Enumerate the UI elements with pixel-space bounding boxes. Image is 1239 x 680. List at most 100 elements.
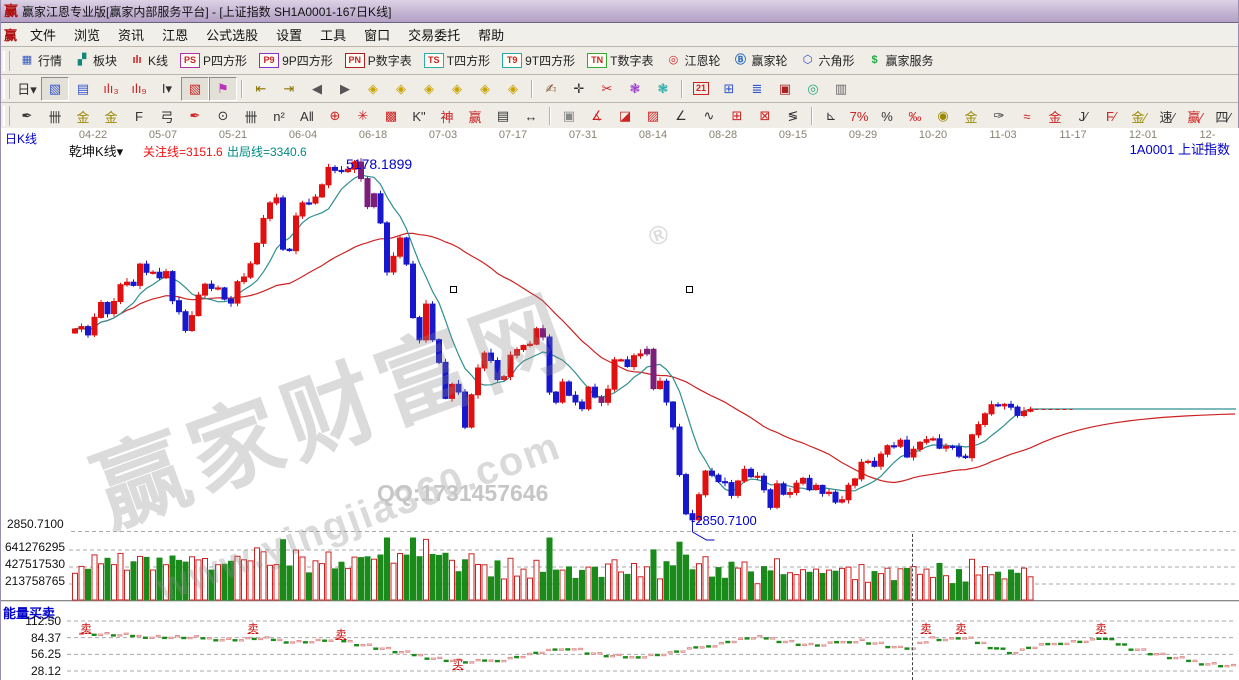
chart-marker[interactable] bbox=[686, 286, 693, 293]
nav-compress-button[interactable]: ◈ bbox=[443, 77, 471, 101]
gold-red-tool[interactable]: 金 bbox=[1041, 104, 1069, 128]
pane-tab-daily-kline[interactable]: 日K线 bbox=[5, 130, 37, 147]
f-gate-tool[interactable]: F bbox=[125, 104, 153, 128]
network-button[interactable]: ◎ bbox=[799, 77, 827, 101]
kline-type-selector[interactable]: 乾坤K线▾ bbox=[69, 141, 123, 160]
sector-button[interactable]: ▞ 板块 bbox=[68, 50, 123, 72]
winner-service-button[interactable]: $ 赢家服务 bbox=[861, 50, 940, 72]
menu-item-6[interactable]: 工具 bbox=[311, 23, 355, 46]
red-grid-tool-1[interactable]: ⊞ bbox=[723, 104, 751, 128]
box-select-tool[interactable]: ▣ bbox=[555, 104, 583, 128]
menu-item-4[interactable]: 公式选股 bbox=[197, 23, 267, 46]
bow-tool[interactable]: 弓 bbox=[153, 104, 181, 128]
gann-wheel-button[interactable]: ◎ 江恩轮 bbox=[659, 50, 726, 72]
ying-tool[interactable]: 赢 bbox=[461, 104, 489, 128]
pen-tool[interactable]: ✒ bbox=[13, 104, 41, 128]
nav-all-button[interactable]: ◈ bbox=[499, 77, 527, 101]
nav-left-button[interactable]: ◈ bbox=[359, 77, 387, 101]
calculator-button[interactable]: ⊞ bbox=[715, 77, 743, 101]
menu-item-7[interactable]: 窗口 bbox=[355, 23, 399, 46]
speed-angle-tool[interactable]: 速∕ bbox=[1153, 104, 1181, 128]
candle-type-button[interactable]: I▾ bbox=[153, 77, 181, 101]
menu-item-8[interactable]: 交易委托 bbox=[399, 23, 469, 46]
red-grid-tool-2[interactable]: ⊠ bbox=[751, 104, 779, 128]
web-box-tool[interactable]: ▩ bbox=[377, 104, 405, 128]
wave-angle-tool[interactable]: ∿ bbox=[695, 104, 723, 128]
menu-item-2[interactable]: 资讯 bbox=[109, 23, 153, 46]
f-angle-tool[interactable]: F∕ bbox=[1097, 104, 1125, 128]
percent-tool[interactable]: % bbox=[873, 104, 901, 128]
save-button[interactable]: ▣ bbox=[771, 77, 799, 101]
ying-angle-tool[interactable]: 赢∕ bbox=[1181, 104, 1209, 128]
fan-lines-tool[interactable]: ∡ bbox=[583, 104, 611, 128]
pattern-red-button[interactable]: ▧ bbox=[181, 76, 209, 101]
nav-up-button[interactable]: ◈ bbox=[471, 77, 499, 101]
angle-line-tool[interactable]: ∠ bbox=[667, 104, 695, 128]
permille-tool[interactable]: ‰ bbox=[901, 104, 929, 128]
wave-3-button[interactable]: ılı₃ bbox=[97, 77, 125, 101]
toolbar-gripper[interactable] bbox=[3, 106, 10, 126]
hexagon-button[interactable]: ⬡ 六角形 bbox=[794, 50, 861, 72]
wave-9-button[interactable]: ılı₉ bbox=[125, 77, 153, 101]
calendar-button[interactable]: 21 bbox=[687, 77, 715, 101]
gold-angle-tool[interactable]: 金∕ bbox=[1125, 104, 1153, 128]
p-square-button[interactable]: PS P四方形 bbox=[174, 50, 253, 72]
k-mark-tool[interactable]: K" bbox=[405, 104, 433, 128]
info-panel-button[interactable]: ▤ bbox=[69, 77, 97, 101]
shen-tool[interactable]: 神 bbox=[433, 104, 461, 128]
chart-marker[interactable] bbox=[450, 286, 457, 293]
pen-grid-tool[interactable]: ✒ bbox=[181, 104, 209, 128]
four-angle-tool[interactable]: 四∕ bbox=[1209, 104, 1237, 128]
gold-gate-tool-1[interactable]: 金 bbox=[69, 104, 97, 128]
gold-gate-tool-2[interactable]: 金 bbox=[97, 104, 125, 128]
n-square-tool[interactable]: n² bbox=[265, 104, 293, 128]
seven-percent-tool[interactable]: 7% bbox=[845, 104, 873, 128]
comb-tool-2[interactable]: 卌 bbox=[237, 104, 265, 128]
notepad-button[interactable]: ≣ bbox=[743, 77, 771, 101]
parallel-lines-tool[interactable]: ≶ bbox=[779, 104, 807, 128]
menu-item-9[interactable]: 帮助 bbox=[469, 23, 513, 46]
net-box-tool[interactable]: ▨ bbox=[639, 104, 667, 128]
crosshair-button[interactable]: ✛ bbox=[565, 77, 593, 101]
scissors-button[interactable]: ✂ bbox=[593, 77, 621, 101]
p-number-button[interactable]: PN P数字表 bbox=[339, 50, 418, 72]
fan-box-tool[interactable]: ◪ bbox=[611, 104, 639, 128]
9p-square-button[interactable]: P9 9P四方形 bbox=[253, 50, 339, 72]
flower-purple-button[interactable]: ❃ bbox=[621, 77, 649, 101]
chart-canvas[interactable]: 赢家财富网 ® www.yingjia360.com QQ:1731457646… bbox=[1, 128, 1239, 680]
quote-button[interactable]: ▦ 行情 bbox=[13, 50, 68, 72]
kline-style-button[interactable]: 日▾ bbox=[13, 77, 41, 101]
toolbar-gripper[interactable] bbox=[3, 50, 10, 71]
9t-square-button[interactable]: T9 9T四方形 bbox=[496, 50, 581, 72]
wave-tool[interactable]: ≈ bbox=[1013, 104, 1041, 128]
toolbar-gripper[interactable] bbox=[3, 78, 10, 99]
menu-item-1[interactable]: 浏览 bbox=[65, 23, 109, 46]
t-square-button[interactable]: TS T四方形 bbox=[418, 50, 496, 72]
print-button[interactable]: ▥ bbox=[827, 77, 855, 101]
nav-expand-button[interactable]: ◈ bbox=[415, 77, 443, 101]
menu-item-5[interactable]: 设置 bbox=[267, 23, 311, 46]
gold-circle-tool[interactable]: ◉ bbox=[929, 104, 957, 128]
comb-tool[interactable]: 卌 bbox=[41, 104, 69, 128]
menu-item-3[interactable]: 江恩 bbox=[153, 23, 197, 46]
pattern-window-button[interactable]: ▧ bbox=[41, 76, 69, 101]
hand-tool-button[interactable]: ✍ bbox=[537, 77, 565, 101]
winner-wheel-button[interactable]: Ⓑ 赢家轮 bbox=[726, 50, 793, 72]
brush-tool[interactable]: ✑ bbox=[985, 104, 1013, 128]
color-flag-button[interactable]: ⚑ bbox=[209, 76, 237, 101]
kline-chart-svg[interactable] bbox=[1, 128, 1239, 680]
kline-button[interactable]: ılı K线 bbox=[123, 50, 174, 72]
t-number-button[interactable]: TN T数字表 bbox=[581, 50, 659, 72]
time-circle-tool[interactable]: ⊙ bbox=[209, 104, 237, 128]
spider-web-tool[interactable]: ✳ bbox=[349, 104, 377, 128]
width-tool[interactable]: ↔ bbox=[517, 104, 545, 128]
prev-bar-button[interactable]: ◀ bbox=[303, 77, 331, 101]
last-bar-button[interactable]: ⇥ bbox=[275, 77, 303, 101]
nav-right-button[interactable]: ◈ bbox=[387, 77, 415, 101]
first-bar-button[interactable]: ⇤ bbox=[247, 77, 275, 101]
gold-lines-tool[interactable]: 金 bbox=[957, 104, 985, 128]
flower-teal-button[interactable]: ❃ bbox=[649, 77, 677, 101]
next-bar-button[interactable]: ▶ bbox=[331, 77, 359, 101]
mirror-tool[interactable]: A‖ bbox=[293, 104, 321, 128]
menu-item-0[interactable]: 文件 bbox=[21, 23, 65, 46]
